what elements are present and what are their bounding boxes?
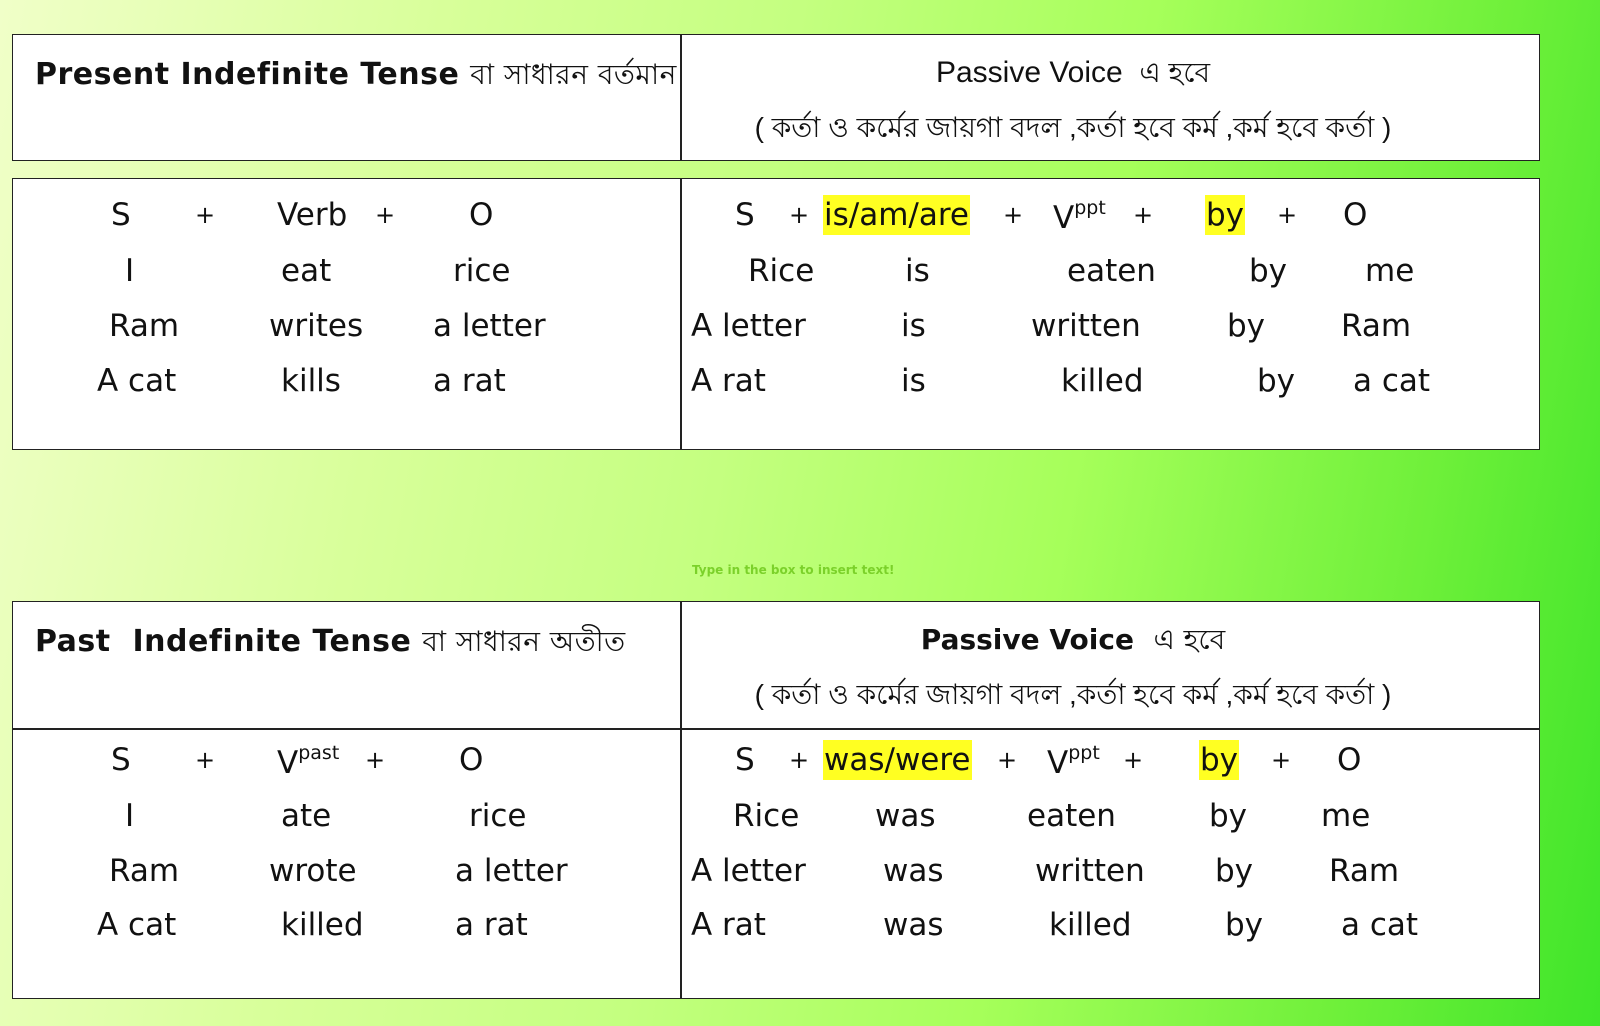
passive-title-bn: এ হবে [1139, 57, 1211, 88]
past-title-en: Past Indefinite Tense [35, 624, 412, 659]
passive-aux: is [901, 363, 926, 399]
passive-agent: Ram [1329, 853, 1400, 889]
passive-aux: was [883, 853, 944, 889]
passive-subject: A rat [691, 363, 766, 399]
formula-plus: + [1133, 201, 1154, 229]
passive-by: by [1257, 363, 1296, 399]
passive-by-highlight: by [1199, 740, 1240, 780]
active-object: a letter [455, 853, 568, 889]
past-tense-title[interactable]: Past Indefinite Tense বা সাধারন অতীত [35, 620, 626, 667]
passive-aux: was [883, 907, 944, 943]
passive-aux-highlight: was/were [823, 740, 972, 780]
formula-plus: + [195, 746, 216, 774]
passive-formula-verb: Vppt [1053, 197, 1106, 236]
passive-aux: is [901, 308, 926, 344]
divider [13, 728, 1539, 730]
formula-plus: + [1003, 201, 1024, 229]
passive-title: Passive Voice [935, 56, 1123, 89]
past-table: Past Indefinite Tense বা সাধারন অতীত Pas… [12, 601, 1540, 999]
passive-by: by [1225, 907, 1264, 943]
passive-by: by [1215, 853, 1254, 889]
active-subject: I [125, 798, 135, 834]
passive-by: by [1227, 308, 1266, 344]
passive-formula-subject: S [735, 197, 755, 233]
passive-verb: written [1031, 308, 1141, 344]
passive-formula-object: O [1337, 742, 1362, 778]
formula-object: O [459, 742, 484, 778]
active-object: rice [453, 253, 511, 289]
divider [680, 602, 682, 998]
passive-title-bn: এ হবে [1153, 623, 1226, 656]
passive-subject: Rice [748, 253, 815, 289]
formula-plus: + [1271, 746, 1292, 774]
passive-agent: me [1365, 253, 1415, 289]
passive-subject: A letter [691, 853, 806, 889]
passive-agent: a cat [1353, 363, 1431, 399]
formula-plus: + [375, 201, 396, 229]
passive-aux: is [905, 253, 930, 289]
passive-subject: A rat [691, 907, 766, 943]
active-object: rice [469, 798, 527, 834]
passive-by: by [1209, 798, 1248, 834]
passive-verb: eaten [1027, 798, 1116, 834]
formula-subject: S [111, 197, 131, 233]
passive-formula-verb: Vppt [1047, 742, 1100, 781]
present-title-bn: বা সাধারন বর্তমান [470, 58, 677, 91]
passive-aux: was [875, 798, 936, 834]
past-title-bn: বা সাধারন অতীত [422, 625, 626, 658]
active-subject: I [125, 253, 135, 289]
passive-verb: killed [1049, 907, 1132, 943]
passive-formula-object: O [1343, 197, 1368, 233]
formula-object: O [469, 197, 494, 233]
passive-agent: Ram [1341, 308, 1412, 344]
formula-plus: + [789, 201, 810, 229]
passive-by-highlight: by [1205, 195, 1246, 235]
passive-agent: a cat [1341, 907, 1419, 943]
formula-plus: + [789, 746, 810, 774]
passive-note: ( কর্তা ও কর্মের জায়গা বদল ,কর্তা হবে ক… [754, 112, 1392, 143]
formula-verb: Vpast [277, 742, 340, 781]
present-header-table: Present Indefinite Tense বা সাধারন বর্তম… [12, 34, 1540, 161]
divider [680, 35, 682, 160]
past-passive-header[interactable]: Passive Voice এ হবে ( কর্তা ও কর্মের জায… [683, 618, 1463, 720]
formula-plus: + [195, 201, 216, 229]
formula-plus: + [1123, 746, 1144, 774]
formula-plus: + [365, 746, 386, 774]
active-subject: Ram [109, 853, 180, 889]
active-verb: eat [281, 253, 332, 289]
active-subject: A cat [97, 363, 177, 399]
active-subject: Ram [109, 308, 180, 344]
passive-verb: written [1035, 853, 1145, 889]
passive-formula-subject: S [735, 742, 755, 778]
passive-by: by [1249, 253, 1288, 289]
formula-plus: + [997, 746, 1018, 774]
active-object: a letter [433, 308, 546, 344]
active-verb: ate [281, 798, 332, 834]
active-verb: writes [269, 308, 364, 344]
formula-verb: Verb [277, 197, 348, 233]
present-passive-header[interactable]: Passive Voice এ হবে ( কর্তা ও কর্মের জায… [683, 51, 1463, 153]
formula-subject: S [111, 742, 131, 778]
insert-text-hint[interactable]: Type in the box to insert text! [692, 563, 894, 577]
active-verb: wrote [269, 853, 357, 889]
passive-subject: Rice [733, 798, 800, 834]
present-tense-title[interactable]: Present Indefinite Tense বা সাধারন বর্তম… [35, 53, 677, 100]
passive-verb: killed [1061, 363, 1144, 399]
passive-agent: me [1321, 798, 1371, 834]
active-verb: kills [281, 363, 341, 399]
passive-title: Passive Voice [920, 623, 1134, 656]
passive-verb: eaten [1067, 253, 1156, 289]
formula-plus: + [1277, 201, 1298, 229]
present-title-en: Present Indefinite Tense [35, 57, 460, 92]
active-object: a rat [455, 907, 528, 943]
divider [680, 179, 682, 449]
active-verb: killed [281, 907, 364, 943]
passive-subject: A letter [691, 308, 806, 344]
active-subject: A cat [97, 907, 177, 943]
present-examples-table: S + Verb + O I eat rice Ram writes a let… [12, 178, 1540, 450]
passive-note: ( কর্তা ও কর্মের জায়গা বদল ,কর্তা হবে ক… [754, 679, 1392, 710]
active-object: a rat [433, 363, 506, 399]
passive-aux-highlight: is/am/are [823, 195, 970, 235]
